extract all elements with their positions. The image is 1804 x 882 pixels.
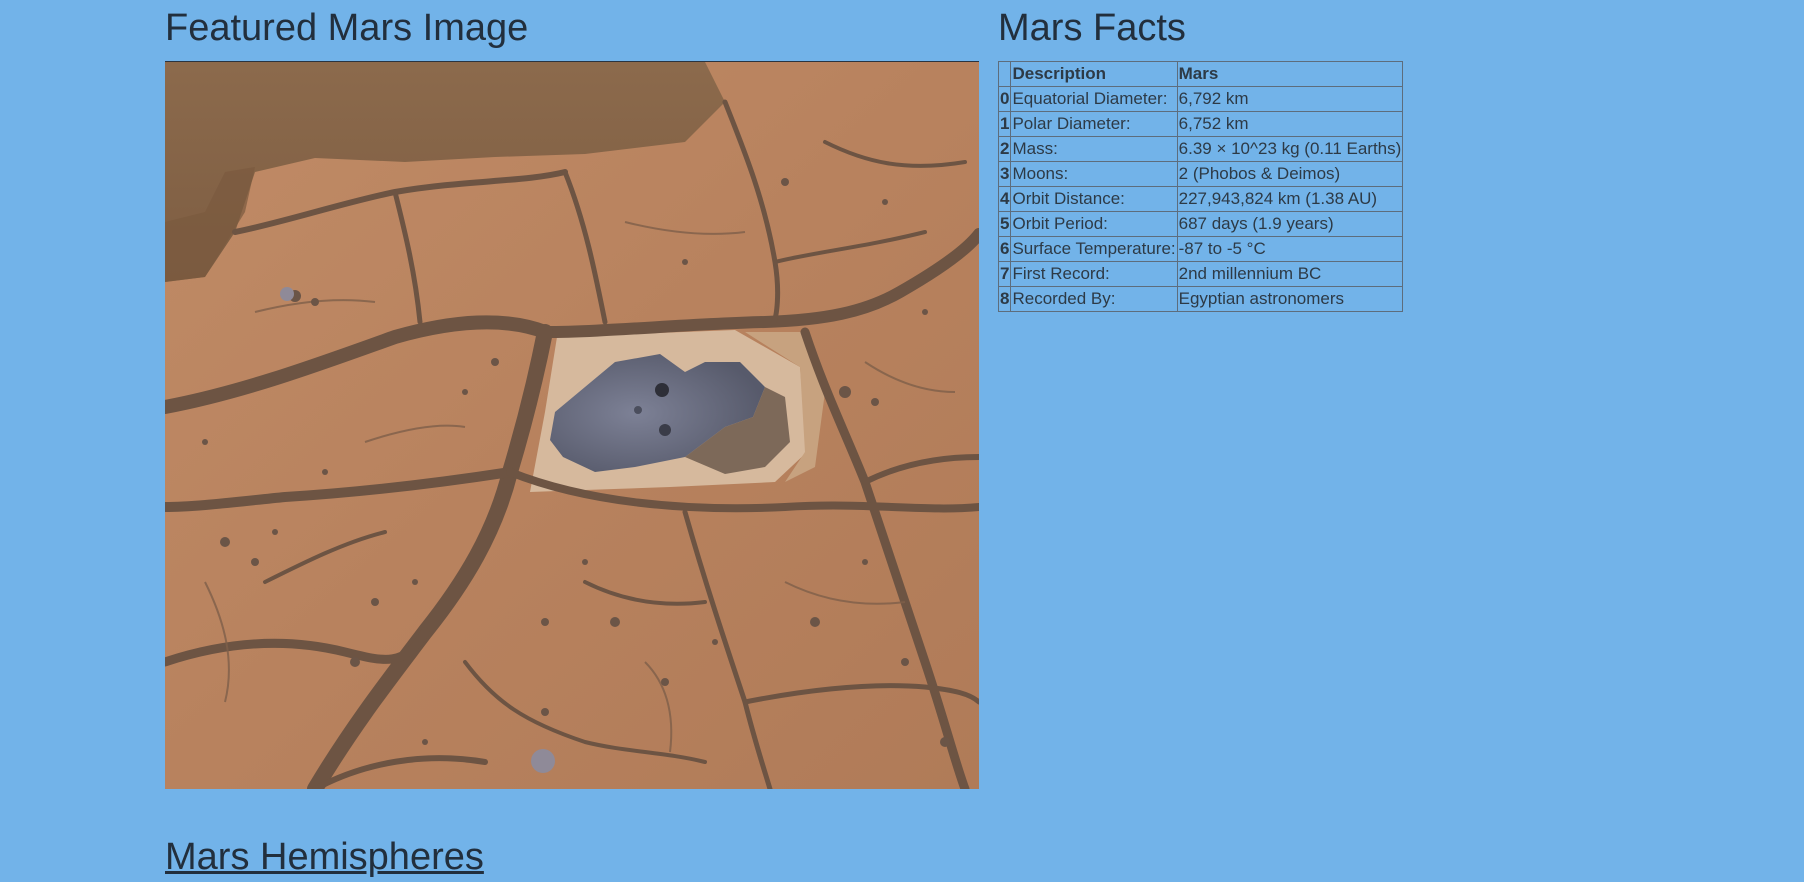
row-index: 6 — [997, 236, 1012, 262]
table-row: 0 Equatorial Diameter: 6,792 km — [997, 86, 1404, 112]
table-row: 8 Recorded By: Egyptian astronomers — [997, 286, 1404, 312]
fact-value: 2nd millennium BC — [1176, 261, 1404, 287]
fact-value: 687 days (1.9 years) — [1176, 211, 1404, 237]
featured-image-title: Featured Mars Image — [165, 7, 529, 49]
row-index: 8 — [997, 286, 1012, 312]
fact-description: Orbit Period: — [1010, 211, 1178, 237]
row-index: 0 — [997, 86, 1012, 112]
column-header-index — [997, 61, 1012, 87]
table-row: 2 Mass: 6.39 × 10^23 kg (0.11 Earths) — [997, 136, 1404, 162]
table-row: 3 Moons: 2 (Phobos & Deimos) — [997, 161, 1404, 187]
column-header-description: Description — [1010, 61, 1178, 87]
mars-surface-picture — [165, 62, 979, 789]
row-index: 2 — [997, 136, 1012, 162]
mars-hemispheres-link[interactable]: Mars Hemispheres — [165, 832, 484, 882]
fact-value: 227,943,824 km (1.38 AU) — [1176, 186, 1404, 212]
column-header-mars: Mars — [1176, 61, 1404, 87]
mars-facts-section: Mars Facts Description Mars 0 Equatorial… — [997, 0, 1498, 312]
fact-value: 2 (Phobos & Deimos) — [1176, 161, 1404, 187]
featured-mars-image — [165, 61, 979, 789]
fact-value: Egyptian astronomers — [1176, 286, 1404, 312]
fact-value: 6.39 × 10^23 kg (0.11 Earths) — [1176, 136, 1404, 162]
row-index: 4 — [997, 186, 1012, 212]
mars-facts-title: Mars Facts — [998, 7, 1186, 49]
table-row: 7 First Record: 2nd millennium BC — [997, 261, 1404, 287]
table-header-row: Description Mars — [997, 61, 1404, 87]
row-index: 3 — [997, 161, 1012, 187]
fact-value: 6,752 km — [1176, 111, 1404, 137]
fact-description: Surface Temperature: — [1010, 236, 1178, 262]
fact-description: Recorded By: — [1010, 286, 1178, 312]
fact-description: Polar Diameter: — [1010, 111, 1178, 137]
fact-description: First Record: — [1010, 261, 1178, 287]
table-row: 6 Surface Temperature: -87 to -5 °C — [997, 236, 1404, 262]
table-row: 4 Orbit Distance: 227,943,824 km (1.38 A… — [997, 186, 1404, 212]
mars-facts-table: Description Mars 0 Equatorial Diameter: … — [997, 61, 1404, 312]
fact-description: Moons: — [1010, 161, 1178, 187]
table-row: 5 Orbit Period: 687 days (1.9 years) — [997, 211, 1404, 237]
row-index: 5 — [997, 211, 1012, 237]
fact-value: -87 to -5 °C — [1176, 236, 1404, 262]
fact-description: Mass: — [1010, 136, 1178, 162]
row-index: 1 — [997, 111, 1012, 137]
fact-description: Equatorial Diameter: — [1010, 86, 1178, 112]
fact-value: 6,792 km — [1176, 86, 1404, 112]
featured-image-section: Featured Mars Image — [165, 0, 980, 789]
row-index: 7 — [997, 261, 1012, 287]
fact-description: Orbit Distance: — [1010, 186, 1178, 212]
table-row: 1 Polar Diameter: 6,752 km — [997, 111, 1404, 137]
